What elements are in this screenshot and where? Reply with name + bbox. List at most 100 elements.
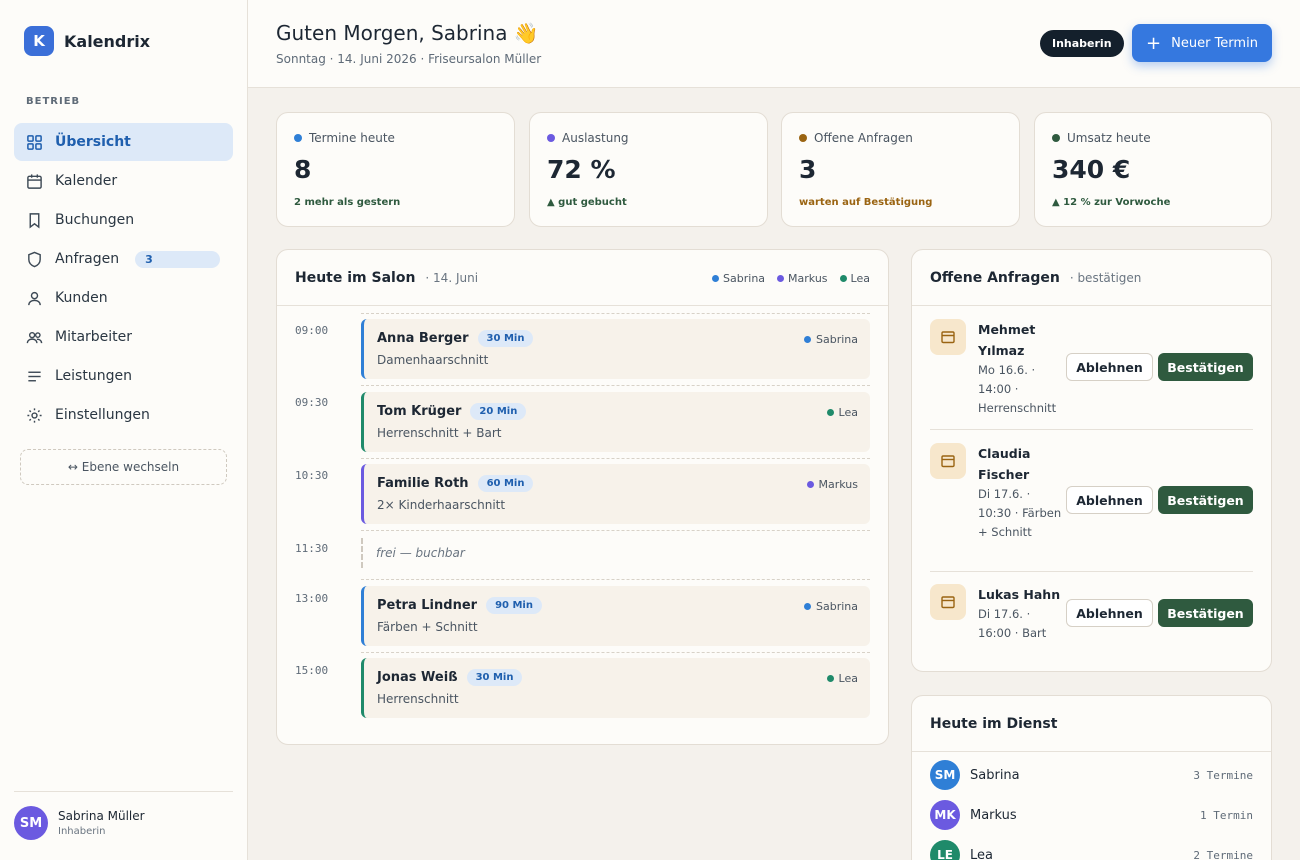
request-item: Mehmet Yılmaz Mo 16.6. · 14:00 · Herrens…	[930, 319, 1253, 419]
appointment-service: Herrenschnitt	[377, 692, 459, 706]
brand[interactable]: K Kalendrix	[24, 26, 150, 56]
slot-time: 10:30	[295, 469, 329, 482]
avatar: LE	[930, 840, 960, 860]
accept-button[interactable]: Bestätigen	[1158, 353, 1253, 381]
appointment-card[interactable]: Tom Krüger 20 Min Herrenschnitt + Bart Le…	[361, 392, 870, 452]
accept-button[interactable]: Bestätigen	[1158, 486, 1253, 514]
legend-label: Lea	[850, 272, 870, 285]
divider	[930, 571, 1253, 572]
schedule-title: Heute im Salon	[295, 269, 416, 286]
staff-appointment-count: 1 Termin	[1200, 808, 1253, 822]
legend-dot	[712, 275, 720, 282]
sidebar-item-mitarbeiter[interactable]: Mitarbeiter	[14, 318, 233, 356]
accept-button[interactable]: Bestätigen	[1158, 599, 1253, 627]
legend-label: Markus	[788, 272, 828, 285]
switch-level-button[interactable]: ↔ Ebene wechseln	[20, 449, 227, 485]
staff-name: Markus	[970, 807, 1017, 823]
appointment-staff: Markus	[806, 478, 858, 491]
staff-name: Sabrina	[970, 767, 1020, 783]
calendar-icon	[930, 584, 966, 620]
appointment-card[interactable]: Petra Lindner 90 Min Färben + Schnitt Sab…	[361, 586, 870, 646]
request-meta: Mo 16.6. · 14:00 · Herrenschnitt	[978, 363, 1057, 415]
sidebar-section-label: BETRIEB	[26, 96, 81, 107]
reject-button[interactable]: Ablehnen	[1066, 353, 1153, 381]
client-name: Tom Krüger	[377, 404, 462, 419]
schedule-date: · 14. Juni	[425, 270, 479, 285]
divider	[930, 429, 1253, 430]
sidebar-item-leistungen[interactable]: Leistungen	[14, 357, 233, 395]
kpi-dot	[799, 134, 807, 142]
staff-appointment-count: 3 Termine	[1193, 768, 1253, 782]
on-duty-title: Heute im Dienst	[930, 715, 1058, 732]
new-appointment-button[interactable]: + Neuer Termin	[1132, 24, 1272, 62]
kpi-label-text: Offene Anfragen	[814, 131, 913, 145]
kpi-label: Umsatz heute	[1052, 131, 1151, 145]
staff-row[interactable]: SM Sabrina 3 Termine	[930, 759, 1253, 791]
request-name: Mehmet Yılmaz	[978, 322, 1036, 358]
page-header: Guten Morgen, Sabrina 👋 Sonntag · 14. Ju…	[248, 0, 1300, 88]
appointment-card[interactable]: Familie Roth 60 Min 2× Kinderhaarschnitt …	[361, 464, 870, 524]
kpi-note: warten auf Bestätigung	[799, 197, 933, 208]
kpi-value: 72 %	[547, 155, 616, 184]
client-name: Jonas Weiß	[377, 670, 458, 685]
staff-row[interactable]: MK Markus 1 Termin	[930, 799, 1253, 831]
appointment-card[interactable]: Jonas Weiß 30 Min Herrenschnitt Lea	[361, 658, 870, 718]
sidebar-item-kunden[interactable]: Kunden	[14, 279, 233, 317]
appointment-service: Damenhaarschnitt	[377, 353, 489, 367]
kpi-label-text: Auslastung	[562, 131, 629, 145]
user-role: Inhaberin	[58, 826, 106, 837]
request-item: Claudia Fischer Di 17.6. · 10:30 · Färbe…	[930, 443, 1253, 563]
legend-item-markus: Markus	[777, 272, 828, 285]
slot-divider	[361, 652, 870, 653]
kpi-label-text: Umsatz heute	[1067, 131, 1151, 145]
client-name: Petra Lindner	[377, 598, 478, 613]
client-name: Familie Roth	[377, 476, 469, 491]
on-duty-header: Heute im Dienst	[912, 696, 1271, 752]
bookmark-icon	[29, 212, 40, 229]
reject-button[interactable]: Ablehnen	[1066, 599, 1153, 627]
duration-badge: 20 Min	[470, 403, 527, 420]
sidebar-user-text: Sabrina Müller Inhaberin	[58, 809, 145, 837]
shield-icon	[28, 251, 41, 267]
kpi-dot	[1052, 134, 1060, 142]
sidebar-item-label: Übersicht	[55, 134, 131, 150]
duration-badge: 30 Min	[477, 330, 534, 347]
plus-icon: +	[1146, 32, 1162, 54]
kpi-value: 8	[294, 155, 312, 184]
kpi-dot	[294, 134, 302, 142]
calendar-icon	[930, 443, 966, 479]
slot-time: 15:00	[295, 664, 329, 677]
staff-dot	[826, 675, 834, 682]
sidebar-item-buchungen[interactable]: Buchungen	[14, 201, 233, 239]
gear-icon	[27, 407, 42, 423]
avatar: MK	[930, 800, 960, 830]
sidebar-user[interactable]: SM Sabrina Müller Inhaberin	[14, 791, 233, 840]
sidebar-item-einstellungen[interactable]: Einstellungen	[14, 396, 233, 434]
free-slot[interactable]: frei — buchbar	[361, 538, 870, 568]
requests-header: Offene Anfragen · bestätigen	[912, 250, 1271, 306]
appointment-client: Petra Lindner 90 Min	[377, 597, 542, 614]
duration-badge: 30 Min	[466, 669, 523, 686]
appointment-staff: Lea	[826, 672, 858, 685]
sidebar-item-anfragen[interactable]: Anfragen 3	[14, 240, 233, 278]
staff-name: Sabrina	[816, 600, 858, 613]
slot-divider	[361, 530, 870, 531]
staff-dot	[804, 603, 811, 610]
sidebar-item-kalender[interactable]: Kalender	[14, 162, 233, 200]
new-appointment-label: Neuer Termin	[1171, 35, 1258, 51]
kpi-card-anfragen: Offene Anfragen 3 warten auf Bestätigung	[781, 112, 1020, 227]
avatar: SM	[930, 760, 960, 790]
role-badge: Inhaberin	[1040, 30, 1124, 57]
sidebar-item-uebersicht[interactable]: Übersicht	[14, 123, 233, 161]
appointment-card[interactable]: Anna Berger 30 Min Damenhaarschnitt Sabri…	[361, 319, 870, 379]
list-icon	[28, 371, 41, 381]
page-title: Guten Morgen, Sabrina 👋	[276, 21, 539, 45]
legend-item-sabrina: Sabrina	[712, 272, 765, 285]
request-meta: Di 17.6. · 10:30 · Färben + Schnitt	[978, 487, 1062, 539]
kpi-label: Termine heute	[294, 131, 395, 145]
staff-row[interactable]: LE Lea 2 Termine	[930, 839, 1253, 860]
appointment-client: Jonas Weiß 30 Min	[377, 669, 523, 686]
reject-button[interactable]: Ablehnen	[1066, 486, 1153, 514]
appointment-client: Tom Krüger 20 Min	[377, 403, 527, 420]
kpi-note: ▲ gut gebucht	[547, 197, 627, 208]
